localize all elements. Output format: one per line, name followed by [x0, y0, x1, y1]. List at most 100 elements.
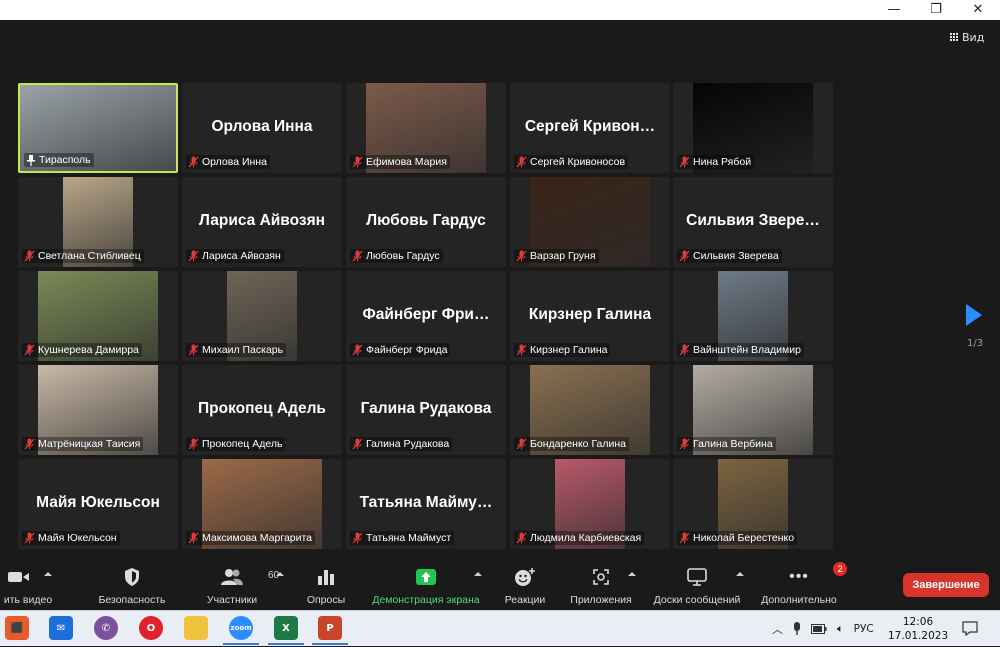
participant-tile[interactable]: Вайнштейн Владимир — [673, 271, 833, 361]
participant-name: Лариса Айвозян — [202, 250, 281, 262]
participant-tile[interactable]: Матрёницкая Таисия — [18, 365, 178, 455]
excel-icon[interactable]: X — [268, 616, 304, 645]
whiteboards-button[interactable]: Доски сообщений — [650, 566, 744, 606]
more-dots-icon: ••• — [789, 568, 809, 585]
mic-muted-icon — [24, 250, 35, 262]
mic-muted-icon — [679, 344, 690, 356]
participant-label: Лариса Айвозян — [186, 249, 284, 263]
participant-tile[interactable]: Ефимова Мария — [346, 83, 506, 173]
participant-name: Кирзнер Галина — [530, 344, 608, 356]
mic-muted-icon — [516, 250, 527, 262]
participant-name: Нина Рябой — [693, 156, 752, 168]
participant-tile[interactable]: Кирзнер Галина Кирзнер Галина — [510, 271, 670, 361]
mic-muted-icon — [24, 532, 35, 544]
office-icon[interactable]: ⬛ — [5, 616, 29, 640]
participant-display-name: Орлова Инна — [211, 118, 313, 135]
participant-tile[interactable]: Варзар Груня — [510, 177, 670, 267]
participant-label: Галина Рудакова — [350, 437, 453, 451]
restore-button[interactable]: ❐ — [916, 0, 956, 20]
window-titlebar: — ❐ ✕ — [0, 0, 1000, 20]
polls-button[interactable]: Опросы — [302, 566, 350, 606]
explorer-icon[interactable] — [184, 616, 208, 640]
participant-label: Любовь Гардус — [350, 249, 443, 263]
participant-name: Вайнштейн Владимир — [693, 344, 801, 356]
page-indicator: 1/3 — [966, 338, 984, 349]
mic-muted-icon — [188, 438, 199, 450]
participant-display-name: Лариса Айвозян — [198, 212, 326, 229]
apps-icon — [593, 569, 609, 585]
mic-muted-icon — [188, 250, 199, 262]
viber-icon[interactable]: ✆ — [94, 616, 118, 640]
apps-options-caret-icon[interactable] — [628, 572, 636, 576]
participant-tile[interactable]: Максимова Маргарита — [182, 459, 342, 549]
participant-tile[interactable]: Галина Вербина — [673, 365, 833, 455]
next-page-arrow-icon[interactable] — [966, 304, 982, 326]
battery-icon[interactable] — [811, 624, 827, 634]
participant-name: Кушнерева Дамирра — [38, 344, 139, 356]
participant-tile[interactable]: Файнберг Фри… Файнберг Фрида — [346, 271, 506, 361]
mic-muted-icon — [516, 532, 527, 544]
participant-name: Светлана Стибливец — [38, 250, 141, 262]
whiteboards-options-caret-icon[interactable] — [736, 572, 744, 576]
participant-tile[interactable]: Майя Юкельсон Майя Юкельсон — [18, 459, 178, 549]
microphone-icon[interactable] — [793, 622, 801, 636]
mic-muted-icon — [516, 438, 527, 450]
apps-button[interactable]: Приложения — [566, 566, 636, 606]
participant-display-name: Татьяна Майму… — [359, 494, 493, 511]
camera-icon — [8, 572, 29, 582]
more-button[interactable]: ••• 2 Дополнительно — [756, 562, 848, 606]
participant-tile[interactable]: Лариса Айвозян Лариса Айвозян — [182, 177, 342, 267]
end-meeting-button[interactable]: Завершение — [903, 573, 989, 597]
notifications-icon[interactable] — [962, 621, 978, 636]
share-screen-button[interactable]: Демонстрация экрана — [366, 566, 486, 606]
participant-tile[interactable]: Сильвия Звере… Сильвия Зверева — [673, 177, 833, 267]
participant-label: Людмила Карбиевская — [514, 531, 645, 545]
participant-tile[interactable]: Сергей Кривон… Сергей Кривоносов — [510, 83, 670, 173]
participant-tile[interactable]: Нина Рябой — [673, 83, 833, 173]
close-button[interactable]: ✕ — [958, 0, 998, 20]
participant-tile[interactable]: Орлова Инна Орлова Инна — [182, 83, 342, 173]
participant-label: Максимова Маргарита — [186, 531, 316, 545]
participant-name: Сильвия Зверева — [693, 250, 779, 262]
clock[interactable]: 12:06 17.01.2023 — [888, 615, 948, 643]
volume-icon[interactable]: 🔈︎ — [837, 622, 844, 636]
participants-button[interactable]: 60 Участники — [200, 566, 279, 606]
participant-label: Кушнерева Дамирра — [22, 343, 142, 357]
participant-display-name: Галина Рудакова — [360, 400, 492, 417]
grid-view-icon — [950, 33, 958, 41]
participant-tile[interactable]: Татьяна Майму… Татьяна Маймуст — [346, 459, 506, 549]
mic-muted-icon — [352, 438, 363, 450]
video-options-caret-icon[interactable] — [44, 572, 52, 576]
whiteboard-icon — [687, 568, 707, 586]
participant-tile[interactable]: Тирасполь — [18, 83, 178, 173]
clock-date: 17.01.2023 — [888, 630, 949, 642]
ppt-app-label: P — [326, 622, 334, 634]
participants-options-caret-icon[interactable] — [276, 572, 284, 576]
mail-icon[interactable]: ✉ — [49, 616, 73, 640]
view-label: Вид — [962, 30, 985, 44]
participant-tile[interactable]: Михаил Паскарь — [182, 271, 342, 361]
security-button[interactable]: Безопасность — [96, 566, 168, 606]
tray-overflow-icon[interactable]: ︿ — [772, 621, 783, 637]
powerpoint-icon[interactable]: P — [312, 616, 348, 645]
share-options-caret-icon[interactable] — [474, 572, 482, 576]
mic-muted-icon — [352, 156, 363, 168]
participant-tile[interactable]: Бондаренко Галина — [510, 365, 670, 455]
participant-tile[interactable]: Кушнерева Дамирра — [18, 271, 178, 361]
participant-tile[interactable]: Светлана Стибливец — [18, 177, 178, 267]
participant-tile[interactable]: Николай Берестенко — [673, 459, 833, 549]
participant-name: Бондаренко Галина — [530, 438, 627, 450]
opera-icon[interactable]: O — [139, 616, 163, 640]
mic-muted-icon — [679, 156, 690, 168]
participant-tile[interactable]: Галина Рудакова Галина Рудакова — [346, 365, 506, 455]
participant-label: Татьяна Маймуст — [350, 531, 455, 545]
zoom-icon[interactable]: zoom — [223, 616, 259, 645]
participant-tile[interactable]: Любовь Гардус Любовь Гардус — [346, 177, 506, 267]
excel-app-label: X — [282, 622, 290, 634]
participant-tile[interactable]: Людмила Карбиевская — [510, 459, 670, 549]
participant-tile[interactable]: Прокопец Адель Прокопец Адель — [182, 365, 342, 455]
view-button[interactable]: Вид — [950, 28, 984, 46]
reactions-button[interactable]: Реакции — [502, 566, 548, 606]
language-indicator[interactable]: РУС — [854, 623, 874, 635]
minimize-button[interactable]: — — [874, 0, 914, 20]
